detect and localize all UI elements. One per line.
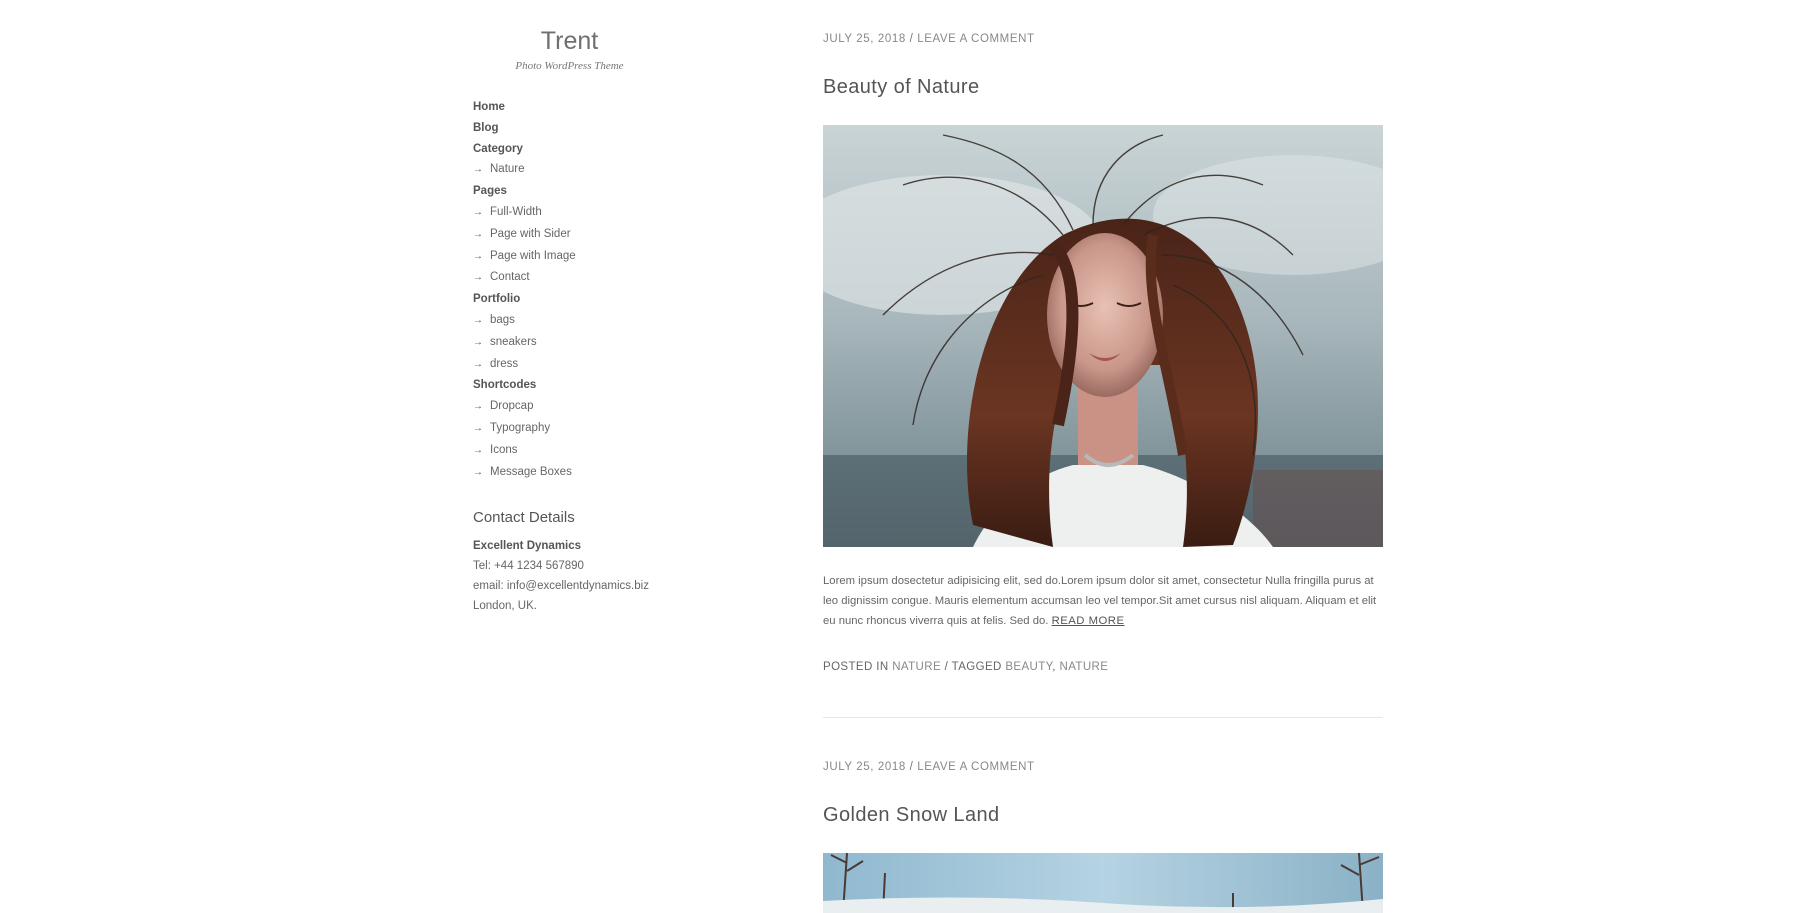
menu-item-portfolio[interactable]: Portfolio bbox=[473, 289, 576, 310]
post-meta: JULY 25, 2018 / LEAVE A COMMENT bbox=[823, 33, 1035, 45]
post-excerpt: Lorem ipsum dosectetur adipisicing elit,… bbox=[823, 571, 1383, 631]
menu-item-label: Pages bbox=[473, 185, 507, 198]
arrow-right-icon: → bbox=[473, 466, 483, 478]
arrow-right-icon: → bbox=[473, 401, 483, 413]
post-meta: JULY 25, 2018 / LEAVE A COMMENT bbox=[823, 761, 1035, 773]
menu-item-label: Icons bbox=[490, 443, 518, 456]
read-more-link[interactable]: READ MORE bbox=[1052, 615, 1125, 627]
menu-item-shortcodes[interactable]: Shortcodes bbox=[473, 375, 576, 396]
leave-comment-link[interactable]: LEAVE A COMMENT bbox=[917, 33, 1034, 45]
menu-item-label: Page with Image bbox=[490, 249, 576, 262]
main-menu: Home Blog Category → Nature Pages → Full-Width →… bbox=[473, 97, 576, 483]
contact-location: London, UK. bbox=[473, 600, 537, 612]
menu-item-label: Home bbox=[473, 101, 505, 113]
menu-item-label: Full-Width bbox=[490, 205, 542, 218]
site-branding: Trent Photo WordPress Theme bbox=[473, 0, 666, 72]
arrow-right-icon: → bbox=[473, 314, 483, 326]
meta-separator: / bbox=[909, 761, 914, 773]
post-featured-image[interactable] bbox=[823, 853, 1383, 913]
menu-item-page-with-sider[interactable]: → Page with Sider bbox=[473, 224, 576, 246]
menu-item-label: Category bbox=[473, 142, 523, 155]
post-featured-image[interactable] bbox=[823, 125, 1383, 547]
site-tagline: Photo WordPress Theme bbox=[515, 60, 624, 72]
post-title[interactable]: Golden Snow Land bbox=[823, 804, 1000, 827]
menu-item-label: Portfolio bbox=[473, 293, 521, 306]
contact-heading: Contact Details bbox=[473, 509, 575, 526]
leave-comment-link[interactable]: LEAVE A COMMENT bbox=[917, 761, 1034, 773]
post-date[interactable]: JULY 25, 2018 bbox=[823, 761, 906, 773]
menu-item-label: Blog bbox=[473, 121, 499, 134]
menu-item-sneakers[interactable]: → sneakers bbox=[473, 332, 576, 354]
menu-item-typography[interactable]: → Typography bbox=[473, 418, 576, 440]
tag-link-beauty[interactable]: BEAUTY bbox=[1005, 661, 1052, 673]
arrow-right-icon: → bbox=[473, 206, 483, 218]
menu-item-home[interactable]: Home bbox=[473, 97, 576, 118]
menu-item-icons[interactable]: → Icons bbox=[473, 440, 576, 462]
menu-item-label: Nature bbox=[490, 163, 525, 176]
sidebar: Trent Photo WordPress Theme Home Blog Cate… bbox=[473, 0, 763, 612]
arrow-right-icon: → bbox=[473, 228, 483, 240]
category-link[interactable]: NATURE bbox=[892, 661, 941, 673]
menu-item-bags[interactable]: → bags bbox=[473, 310, 576, 332]
site-title[interactable]: Trent bbox=[473, 26, 666, 56]
menu-item-label: Typography bbox=[490, 421, 551, 434]
menu-item-label: bags bbox=[490, 313, 515, 326]
menu-item-label: Message Boxes bbox=[490, 465, 572, 478]
arrow-right-icon: → bbox=[473, 250, 483, 262]
menu-item-dropcap[interactable]: → Dropcap bbox=[473, 396, 576, 418]
landscape-photo-icon bbox=[823, 853, 1383, 913]
menu-item-full-width[interactable]: → Full-Width bbox=[473, 202, 576, 224]
post-title[interactable]: Beauty of Nature bbox=[823, 76, 980, 99]
menu-item-dress[interactable]: → dress bbox=[473, 354, 576, 376]
menu-item-label: Contact bbox=[490, 271, 530, 284]
menu-item-label: Shortcodes bbox=[473, 379, 537, 392]
menu-item-page-with-image[interactable]: → Page with Image bbox=[473, 246, 576, 268]
posted-in-label: POSTED IN bbox=[823, 661, 889, 673]
contact-email: email: info@excellentdynamics.biz bbox=[473, 580, 649, 592]
contact-phone: Tel: +44 1234 567890 bbox=[473, 560, 584, 572]
menu-item-message-boxes[interactable]: → Message Boxes bbox=[473, 462, 576, 484]
arrow-right-icon: → bbox=[473, 444, 483, 456]
tagged-label: / TAGGED bbox=[944, 661, 1002, 673]
menu-item-contact[interactable]: → Contact bbox=[473, 267, 576, 289]
tag-link-nature[interactable]: NATURE bbox=[1059, 661, 1108, 673]
arrow-right-icon: → bbox=[473, 422, 483, 434]
menu-item-label: Page with Sider bbox=[490, 227, 571, 240]
menu-item-label: dress bbox=[490, 357, 519, 370]
menu-item-pages[interactable]: Pages bbox=[473, 181, 576, 202]
menu-item-nature[interactable]: → Nature bbox=[473, 159, 576, 181]
post-footer: POSTED IN NATURE / TAGGED BEAUTY, NATURE bbox=[823, 661, 1108, 673]
menu-item-label: Dropcap bbox=[490, 400, 534, 413]
menu-item-category[interactable]: Category bbox=[473, 139, 576, 160]
arrow-right-icon: → bbox=[473, 272, 483, 284]
menu-item-blog[interactable]: Blog bbox=[473, 118, 576, 139]
contact-details: Contact Details Excellent Dynamics Tel: … bbox=[473, 508, 649, 616]
arrow-right-icon: → bbox=[473, 358, 483, 370]
contact-company: Excellent Dynamics bbox=[473, 540, 582, 552]
meta-separator: / bbox=[909, 33, 914, 45]
menu-item-label: sneakers bbox=[490, 335, 537, 348]
post-divider bbox=[823, 717, 1383, 718]
post-date[interactable]: JULY 25, 2018 bbox=[823, 33, 906, 45]
arrow-right-icon: → bbox=[473, 336, 483, 348]
portrait-photo-icon bbox=[823, 125, 1383, 547]
arrow-right-icon: → bbox=[473, 164, 483, 176]
